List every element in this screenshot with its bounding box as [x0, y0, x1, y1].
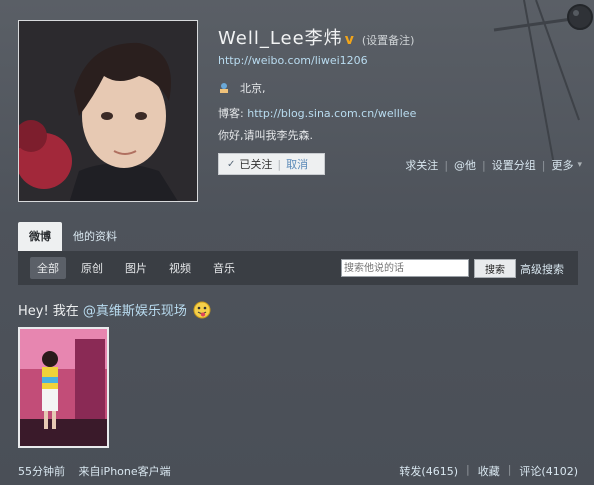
- post-actions-separator: |: [507, 463, 512, 476]
- avatar-image: [19, 21, 197, 201]
- search-button[interactable]: 搜索: [474, 259, 516, 278]
- post-meta: 55分钟前 来自iPhone客户端: [18, 463, 171, 479]
- caret-down-icon[interactable]: ▾: [577, 160, 582, 170]
- tongue-out-emoji-icon: [193, 301, 211, 318]
- profile-avatar[interactable]: [18, 20, 198, 202]
- check-icon: ✓: [227, 158, 236, 170]
- filter-original[interactable]: 原创: [74, 257, 110, 279]
- filter-all[interactable]: 全部: [30, 257, 66, 279]
- profile-name[interactable]: Well_Lee李炜: [218, 24, 343, 50]
- post-actions-separator: |: [465, 463, 470, 476]
- blog-link[interactable]: http://blog.sina.com.cn/welllee: [247, 107, 416, 120]
- location-icon: [220, 83, 228, 93]
- post-image-thumbnail[interactable]: [18, 327, 109, 448]
- blog-label: 博客:: [218, 107, 244, 120]
- profile-name-row: Well_Lee李炜 v (设置备注): [218, 24, 414, 50]
- follow-status-box: ✓ 已关注 | 取消: [218, 153, 325, 175]
- profile-intro: 你好,请叫我李先森.: [218, 129, 313, 142]
- post-image: [20, 329, 107, 446]
- search-input[interactable]: [341, 259, 469, 277]
- profile-tabs: 微博 他的资料: [18, 222, 128, 251]
- location-text: 北京,: [240, 82, 266, 95]
- profile-url-link[interactable]: http://weibo.com/liwei1206: [218, 54, 368, 67]
- filter-images[interactable]: 图片: [118, 257, 154, 279]
- favorite-link[interactable]: 收藏: [478, 463, 500, 479]
- post-actions: 转发(4615) | 收藏 | 评论(4102): [399, 463, 578, 479]
- set-group-link[interactable]: 设置分组: [492, 157, 536, 173]
- post-text: Hey! 我在 @真维斯娱乐现场: [18, 300, 211, 319]
- decorative-lamp-graphic: [493, 0, 593, 166]
- tab-his-profile[interactable]: 他的资料: [62, 222, 128, 251]
- actions-separator: |: [482, 158, 486, 172]
- mention-him-link[interactable]: @他: [454, 157, 476, 173]
- followed-label: 已关注: [239, 158, 273, 171]
- feed-filter-bar: 全部 原创 图片 视频 音乐 搜索 高级搜索: [18, 251, 578, 285]
- repost-link[interactable]: 转发(4615): [399, 463, 458, 479]
- profile-actions: 求关注 | @他 | 设置分组 | 更多 ▾: [405, 157, 582, 173]
- blog-row: 博客: http://blog.sina.com.cn/welllee: [218, 105, 416, 121]
- post-mention-link[interactable]: @真维斯娱乐现场: [83, 300, 187, 319]
- location-row: 北京,: [218, 80, 266, 96]
- post-body-text: Hey! 我在: [18, 304, 79, 319]
- filter-videos[interactable]: 视频: [162, 257, 198, 279]
- verified-badge-icon: v: [344, 32, 354, 48]
- comment-link[interactable]: 评论(4102): [519, 463, 578, 479]
- request-follow-link[interactable]: 求关注: [405, 157, 438, 173]
- unfollow-link[interactable]: 取消: [286, 156, 308, 172]
- more-menu-link[interactable]: 更多: [551, 157, 573, 173]
- follow-separator: |: [277, 157, 282, 171]
- post-time-link[interactable]: 55分钟前: [18, 465, 65, 478]
- advanced-search-link[interactable]: 高级搜索: [520, 261, 564, 277]
- filter-music[interactable]: 音乐: [206, 257, 242, 279]
- actions-separator: |: [541, 158, 546, 172]
- actions-separator: |: [444, 158, 449, 172]
- post-source: 来自iPhone客户端: [78, 465, 171, 478]
- tab-weibo[interactable]: 微博: [18, 222, 62, 251]
- set-remark-link[interactable]: (设置备注): [362, 32, 415, 48]
